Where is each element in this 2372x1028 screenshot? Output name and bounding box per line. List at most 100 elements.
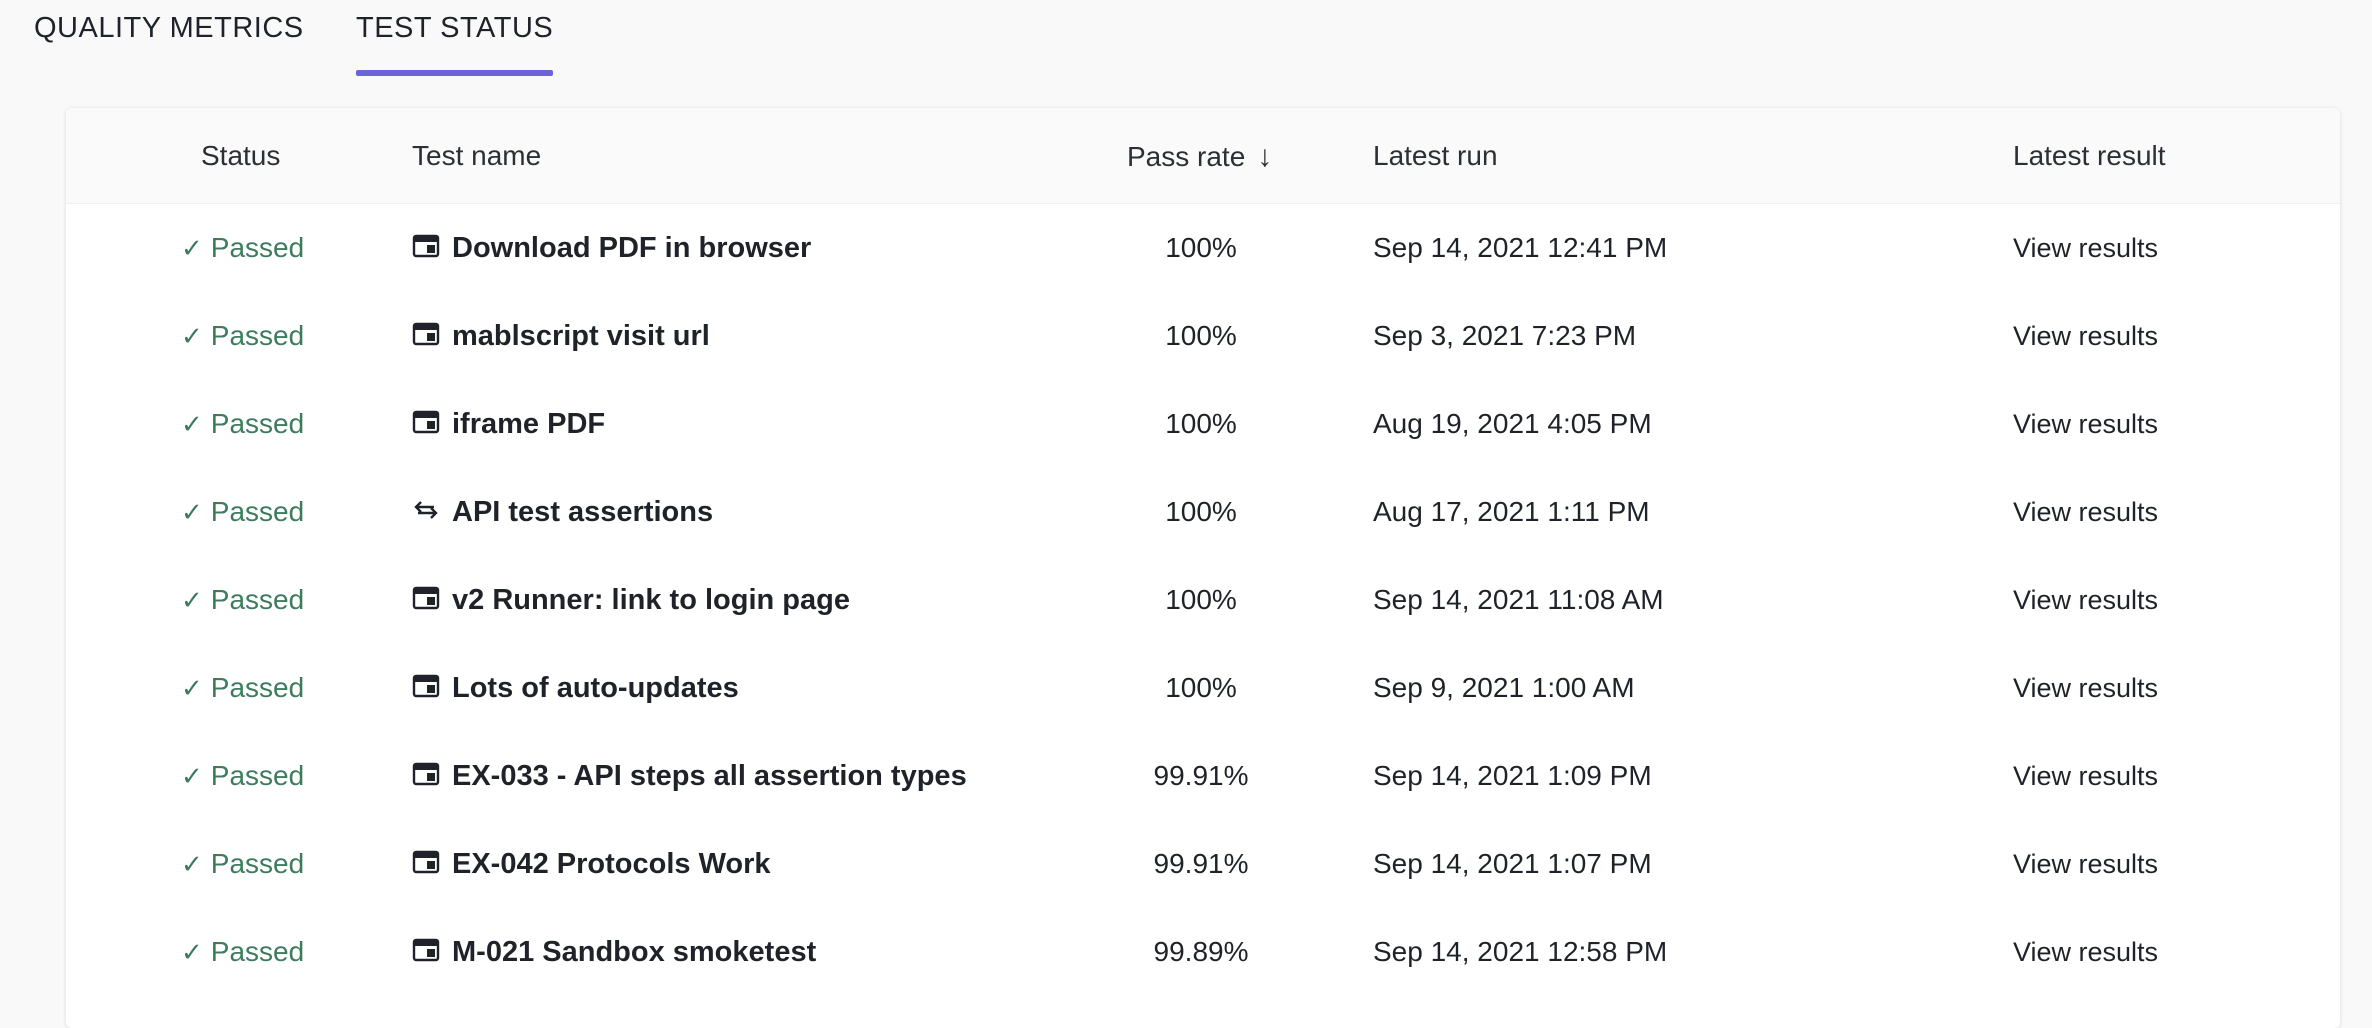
test-name-link[interactable]: API test assertions [452,496,713,528]
browser-icon [412,584,440,612]
tab-label: QUALITY METRICS [34,12,304,44]
test-name-cell[interactable]: API test assertions [412,468,713,556]
table-row[interactable]: ✓ Passed iframe PDF 100% Aug 19, 2021 4:05 P… [66,380,2340,468]
status-label: Passed [210,936,305,967]
header-latest-run[interactable]: Latest run [1373,140,1498,172]
test-name-link[interactable]: EX-033 - API steps all assertion types [452,760,967,792]
latest-run-cell: Aug 19, 2021 4:05 PM [1373,408,1652,439]
browser-icon [412,848,440,876]
test-name-cell[interactable]: EX-042 Protocols Work [412,820,771,908]
latest-run-cell: Sep 14, 2021 11:08 AM [1373,584,1664,615]
pass-rate-cell: 100% [1165,320,1237,351]
status-label: Passed [210,584,305,615]
test-name-link[interactable]: M-021 Sandbox smoketest [452,936,816,968]
header-latest-result[interactable]: Latest result [2013,140,2166,172]
view-results-link[interactable]: View results [2013,820,2158,908]
browser-icon [412,936,440,964]
test-status-table: Status Test name Pass rate ↓ Latest run L… [66,108,2340,1028]
test-name-link[interactable]: EX-042 Protocols Work [452,848,771,880]
latest-run-cell: Aug 17, 2021 1:11 PM [1373,496,1650,527]
check-icon: ✓ [181,937,203,967]
header-pass-rate-label: Pass rate [1127,141,1246,172]
latest-run-cell: Sep 3, 2021 7:23 PM [1373,320,1637,351]
check-icon: ✓ [181,409,203,439]
pass-rate-cell: 100% [1165,496,1237,527]
status-cell: ✓ Passed [181,556,304,644]
arrow-down-icon[interactable]: ↓ [1257,140,1272,174]
pass-rate-cell: 99.91% [1153,760,1249,791]
pass-rate-cell: 99.91% [1153,848,1249,879]
view-results-link[interactable]: View results [2013,380,2158,468]
table-row[interactable]: ✓ Passed v2 Runner: link to login page 100%… [66,556,2340,644]
header-pass-rate[interactable]: Pass rate ↓ [1127,140,1272,174]
test-name-cell[interactable]: v2 Runner: link to login page [412,556,850,644]
view-results-link[interactable]: View results [2013,292,2158,380]
pass-rate-cell: 99.89% [1153,936,1249,967]
browser-icon [412,320,440,348]
status-label: Passed [210,408,305,439]
view-results-link[interactable]: View results [2013,556,2158,644]
check-icon: ✓ [181,761,203,791]
status-cell: ✓ Passed [181,644,304,732]
test-name-cell[interactable]: EX-033 - API steps all assertion types [412,732,967,820]
test-name-cell[interactable]: Lots of auto-updates [412,644,739,732]
latest-run-cell: Sep 14, 2021 1:09 PM [1373,760,1652,791]
status-cell: ✓ Passed [181,204,304,292]
status-cell: ✓ Passed [181,380,304,468]
check-icon: ✓ [181,585,203,615]
table-row[interactable]: ✓ Passed mablscript visit url 100% Sep 3, 20… [66,292,2340,380]
tab-test-status[interactable]: TEST STATUS [356,8,554,76]
latest-run-cell: Sep 14, 2021 12:58 PM [1373,936,1668,967]
api-icon [412,496,440,524]
status-label: Passed [210,760,305,791]
test-name-link[interactable]: iframe PDF [452,408,605,440]
test-name-cell[interactable]: iframe PDF [412,380,605,468]
view-results-link[interactable]: View results [2013,468,2158,556]
test-name-cell[interactable]: Download PDF in browser [412,204,811,292]
browser-icon [412,672,440,700]
header-test-name[interactable]: Test name [412,140,541,172]
table-row[interactable]: ✓ Passed EX-042 Protocols Work 99.91% Sep 14… [66,820,2340,908]
browser-icon [412,232,440,260]
latest-run-cell: Sep 9, 2021 1:00 AM [1373,672,1635,703]
pass-rate-cell: 100% [1165,408,1237,439]
view-results-link[interactable]: View results [2013,204,2158,292]
latest-run-cell: Sep 14, 2021 12:41 PM [1373,232,1668,263]
status-label: Passed [210,232,305,263]
check-icon: ✓ [181,849,203,879]
table-row[interactable]: ✓ Passed Download PDF in browser 100% Sep 14… [66,204,2340,292]
table-header: Status Test name Pass rate ↓ Latest run L… [66,108,2340,204]
check-icon: ✓ [181,497,203,527]
test-name-link[interactable]: v2 Runner: link to login page [452,584,850,616]
tab-quality-metrics[interactable]: QUALITY METRICS [34,8,304,76]
view-results-link[interactable]: View results [2013,644,2158,732]
test-name-cell[interactable]: M-021 Sandbox smoketest [412,908,816,996]
test-name-link[interactable]: Lots of auto-updates [452,672,739,704]
status-label: Passed [210,320,305,351]
check-icon: ✓ [181,233,203,263]
table-row[interactable]: ✓ Passed EX-033 - API steps all assertion … [66,732,2340,820]
header-status[interactable]: Status [201,140,280,172]
tab-bar: QUALITY METRICS TEST STATUS [0,0,2372,76]
test-name-cell[interactable]: mablscript visit url [412,292,710,380]
status-label: Passed [210,672,305,703]
table-row[interactable]: ✓ Passed M-021 Sandbox smoketest 99.89% Sep … [66,908,2340,996]
pass-rate-cell: 100% [1165,672,1237,703]
browser-icon [412,760,440,788]
view-results-link[interactable]: View results [2013,732,2158,820]
table-row[interactable]: ✓ Passed Lots of auto-updates 100% Sep 9, 20… [66,644,2340,732]
pass-rate-cell: 100% [1165,584,1237,615]
view-results-link[interactable]: View results [2013,908,2158,996]
test-name-link[interactable]: Download PDF in browser [452,232,811,264]
status-cell: ✓ Passed [181,908,304,996]
table-row[interactable]: ✓ Passed API test assertions 100% Aug 17, 20… [66,468,2340,556]
status-cell: ✓ Passed [181,292,304,380]
status-label: Passed [210,848,305,879]
status-cell: ✓ Passed [181,732,304,820]
status-cell: ✓ Passed [181,468,304,556]
pass-rate-cell: 100% [1165,232,1237,263]
status-cell: ✓ Passed [181,820,304,908]
test-name-link[interactable]: mablscript visit url [452,320,710,352]
status-label: Passed [210,496,305,527]
latest-run-cell: Sep 14, 2021 1:07 PM [1373,848,1652,879]
